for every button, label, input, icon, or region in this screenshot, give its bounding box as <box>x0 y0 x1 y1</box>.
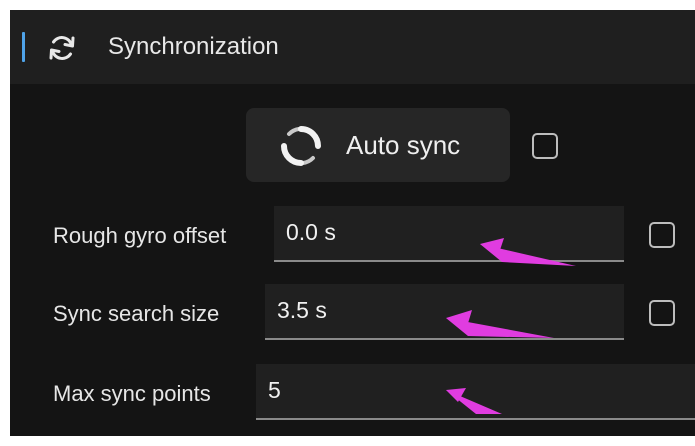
rough-gyro-offset-input[interactable]: 0.0 s <box>274 206 624 262</box>
max-sync-points-value: 5 <box>268 377 281 403</box>
section-title: Synchronization <box>108 33 279 60</box>
section-header[interactable]: Synchronization <box>10 10 695 84</box>
synchronization-panel: Synchronization Auto sync Rough gyro off… <box>10 10 695 436</box>
section-accent-bar <box>22 32 25 62</box>
max-sync-points-input[interactable]: 5 <box>256 364 695 420</box>
sync-search-size-label: Sync search size <box>53 301 220 326</box>
sync-search-size-value: 3.5 s <box>277 297 327 323</box>
auto-sync-checkbox[interactable] <box>532 133 558 159</box>
auto-sync-label: Auto sync <box>346 130 461 160</box>
sync-search-size-checkbox[interactable] <box>649 300 675 326</box>
rough-gyro-offset-checkbox[interactable] <box>649 222 675 248</box>
refresh-icon <box>49 36 75 60</box>
sync-spinner-icon <box>281 126 321 166</box>
rough-gyro-offset-value: 0.0 s <box>286 219 336 245</box>
max-sync-points-label: Max sync points <box>53 381 211 406</box>
rough-gyro-offset-label: Rough gyro offset <box>53 223 227 248</box>
sync-search-size-input[interactable]: 3.5 s <box>265 284 624 340</box>
auto-sync-button[interactable]: Auto sync <box>246 108 510 182</box>
